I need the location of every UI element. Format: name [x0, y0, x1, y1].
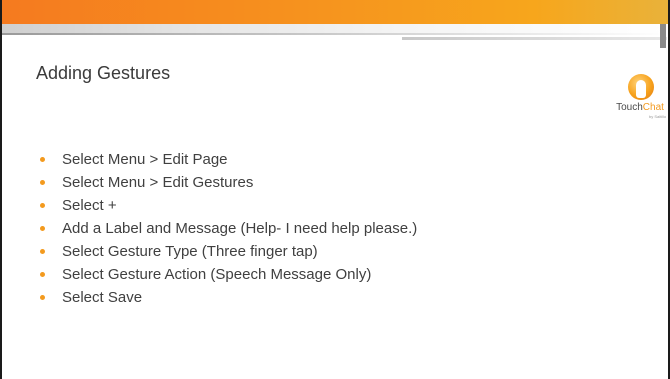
bullet-item: Select Save [40, 286, 417, 309]
logo-text: TouchChat [615, 102, 665, 113]
bullet-text: Select Save [62, 289, 143, 306]
bullet-text: Select Menu > Edit Gestures [62, 174, 254, 191]
bullet-item: Select Menu > Edit Gestures [40, 171, 417, 194]
hand-icon [636, 80, 646, 98]
bullet-item: Select Menu > Edit Page [40, 148, 417, 171]
bullet-text: Select Gesture Type (Three finger tap) [62, 243, 318, 260]
slide-title: Adding Gestures [36, 63, 171, 83]
bullet-dot-icon [40, 226, 45, 231]
bullet-item: Select + [40, 194, 417, 217]
bullet-list: Select Menu > Edit Page Select Menu > Ed… [40, 148, 417, 309]
header-divider-line [2, 33, 668, 35]
bullet-item: Select Gesture Type (Three finger tap) [40, 240, 417, 263]
header-edge-mark [660, 24, 666, 48]
slide: Adding Gestures TouchChat by Saltillo Se… [0, 0, 670, 379]
bullet-dot-icon [40, 249, 45, 254]
logo-tagline: by Saltillo [649, 114, 667, 119]
bullet-dot-icon [40, 272, 45, 277]
header-accent-line [402, 37, 667, 40]
touchchat-logo: TouchChat by Saltillo [611, 74, 669, 132]
bullet-item: Add a Label and Message (Help- I need he… [40, 217, 417, 240]
bullet-dot-icon [40, 295, 45, 300]
logo-name-part1: Touch [616, 102, 643, 113]
bullet-item: Select Gesture Action (Speech Message On… [40, 263, 417, 286]
bullet-dot-icon [40, 203, 45, 208]
bullet-text: Select Menu > Edit Page [62, 151, 228, 168]
bullet-text: Select Gesture Action (Speech Message On… [62, 266, 372, 283]
logo-name-part2: Chat [642, 102, 664, 113]
header-gray-strip [2, 24, 668, 33]
bullet-text: Select + [62, 197, 117, 214]
header-orange-bar [2, 0, 668, 24]
bullet-dot-icon [40, 180, 45, 185]
bullet-text: Add a Label and Message (Help- I need he… [62, 220, 418, 237]
bullet-dot-icon [40, 157, 45, 162]
